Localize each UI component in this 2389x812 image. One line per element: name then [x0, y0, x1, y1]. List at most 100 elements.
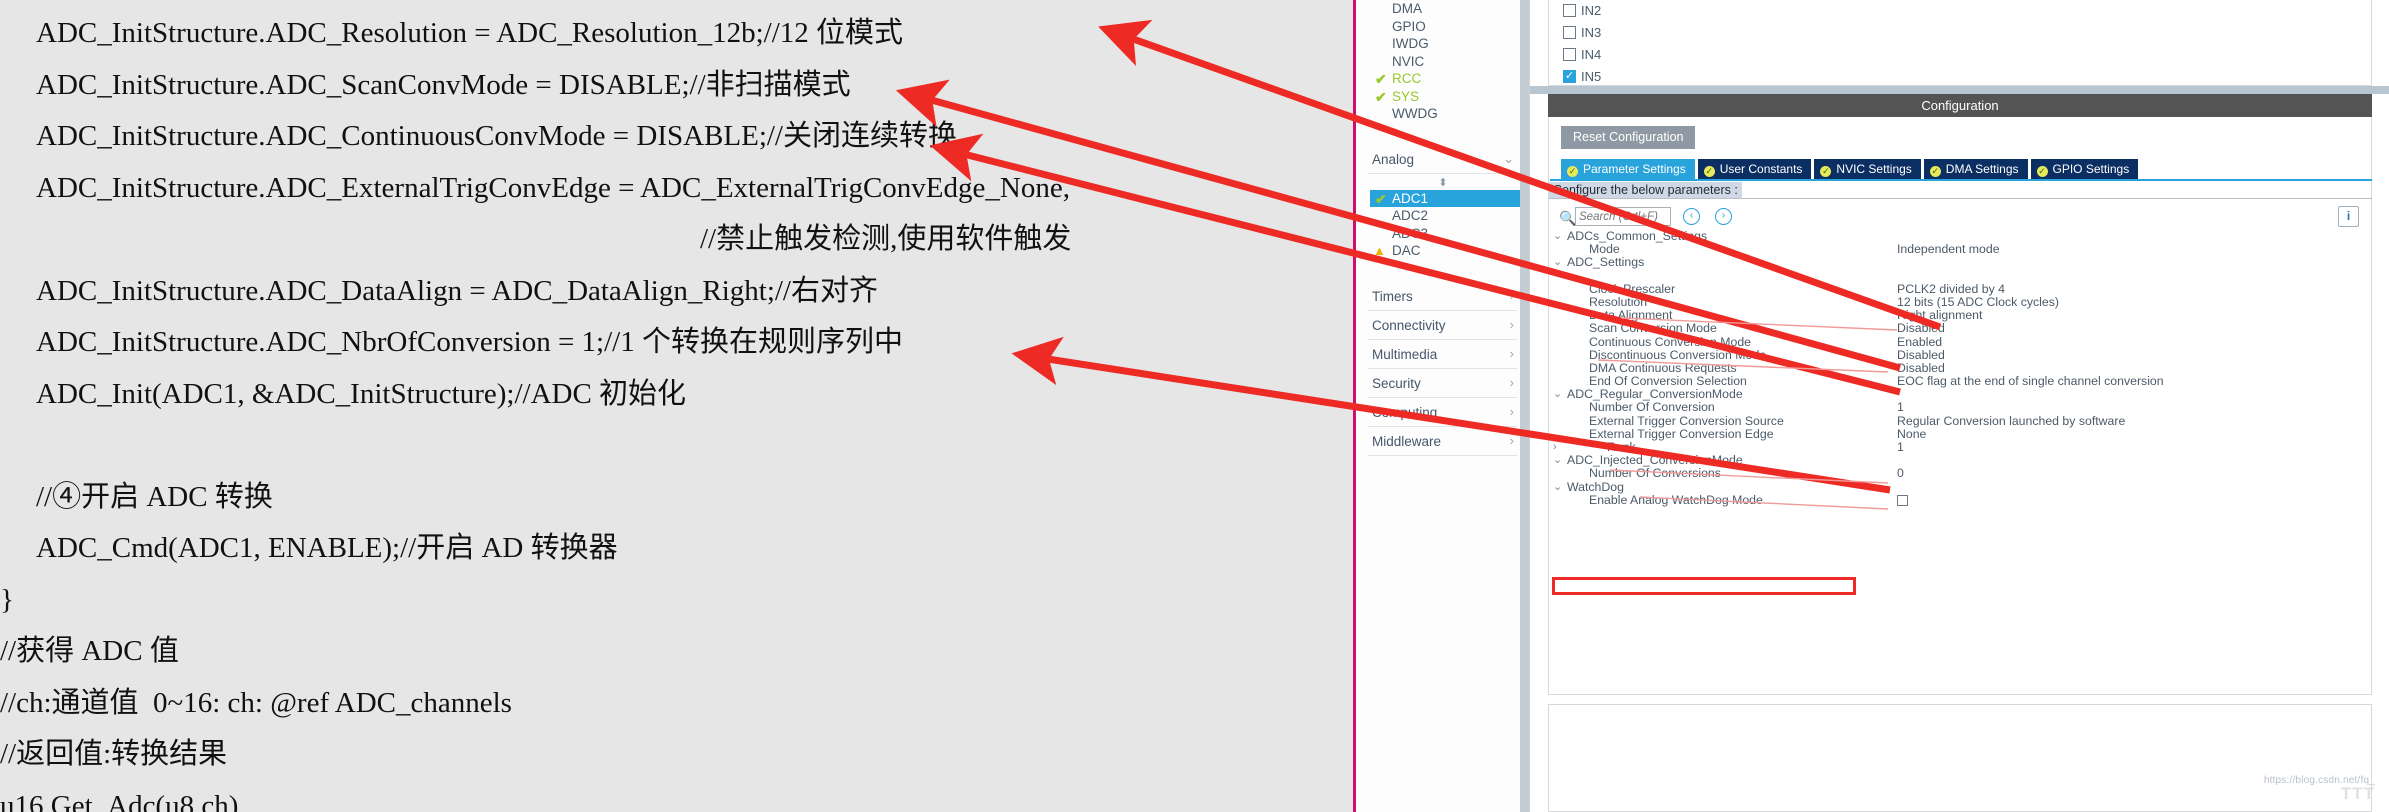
periph-item-iwdg[interactable]: IWDG	[1356, 35, 1529, 53]
parameter-search-row: 🔍 ‹ ›	[1559, 207, 2359, 231]
warning-icon: ▲	[1373, 243, 1386, 258]
chevron-down-icon[interactable]: ⌄	[1553, 230, 1562, 243]
document-code-pane: ADC_InitStructure.ADC_Resolution = ADC_R…	[0, 0, 1355, 812]
periph-label: GPIO	[1392, 18, 1426, 34]
peripheral-scrollbar[interactable]	[1520, 0, 1529, 812]
tab-nvic-settings[interactable]: ✓ NVIC Settings	[1814, 159, 1921, 179]
tab-gpio-settings[interactable]: ✓ GPIO Settings	[2030, 159, 2139, 179]
chevron-right-icon: ›	[1509, 432, 1514, 448]
param-row-enable-analog-watchdog-mode[interactable]: Enable Analog WatchDog Mode	[1549, 492, 2359, 507]
param-label: Continuous Conversion Mode	[1589, 334, 1752, 349]
code-line: }	[0, 583, 14, 616]
param-value: EOC flag at the end of single channel co…	[1897, 374, 2164, 389]
search-input[interactable]	[1575, 207, 1671, 226]
code-line: ADC_InitStructure.ADC_NbrOfConversion = …	[36, 326, 903, 358]
chevron-down-icon[interactable]: ⌄	[1553, 388, 1562, 401]
param-group-adc-settings[interactable]: ⌄ ADC_Settings	[1549, 256, 2359, 269]
param-label: Clock Prescaler	[1589, 281, 1676, 296]
channel-row-in5[interactable]: ✓ IN5	[1549, 66, 2371, 88]
param-row-mode[interactable]: Mode Independent mode	[1549, 242, 2359, 256]
tab-label: User Constants	[1719, 162, 1803, 176]
periph-item-dma[interactable]: DMA	[1356, 0, 1529, 18]
param-row-clock-prescaler[interactable]: Clock Prescaler PCLK2 divided by 4	[1549, 281, 2359, 296]
status-dot-icon: ✓	[1703, 166, 1715, 177]
param-row-scan-conversion-mode[interactable]: Scan Conversion Mode Disabled	[1549, 322, 2359, 335]
info-icon[interactable]: i	[2338, 206, 2359, 227]
param-row-number-of-conversions[interactable]: Number Of Conversions 0	[1549, 467, 2359, 480]
param-row-external-trigger-conversion-edge[interactable]: External Trigger Conversion Edge None	[1549, 427, 2359, 441]
watermark: https://blog.csdn.net/fq_ TTT	[2264, 775, 2375, 804]
check-icon: ✔	[1375, 190, 1387, 207]
tab-dma-settings[interactable]: ✓ DMA Settings	[1923, 159, 2028, 179]
chevron-down-icon[interactable]: ⌄	[1553, 481, 1562, 494]
checkbox-in3[interactable]	[1563, 26, 1576, 39]
checkbox-analog-watchdog[interactable]	[1897, 494, 1908, 506]
periph-group-analog[interactable]: Analog ⌄	[1368, 145, 1517, 174]
periph-item-adc1[interactable]: ✔ ADC1	[1370, 189, 1520, 207]
periph-group-computing[interactable]: Computing ›	[1368, 398, 1517, 427]
periph-label: ADC1	[1392, 190, 1429, 206]
periph-label: DMA	[1392, 1, 1422, 16]
code-line: ADC_Init(ADC1, &ADC_InitStructure);//ADC…	[36, 377, 687, 410]
channel-row-in3[interactable]: IN3	[1549, 22, 2371, 44]
param-value: Disabled	[1897, 347, 1945, 362]
checkbox-in5[interactable]: ✓	[1563, 70, 1576, 83]
scroll-updown-icon[interactable]: ⬍	[1356, 174, 1529, 190]
periph-item-gpio[interactable]: GPIO	[1356, 18, 1529, 36]
channel-row-in2[interactable]: IN2	[1549, 0, 2371, 22]
code-line: //禁止触发检测,使用软件触发	[700, 223, 1072, 255]
periph-item-sys[interactable]: ✔ SYS	[1356, 88, 1529, 106]
param-value: PCLK2 divided by 4	[1897, 281, 2006, 296]
chevron-down-icon[interactable]: ⌄	[1553, 256, 1562, 269]
periph-group-security[interactable]: Security ›	[1368, 369, 1517, 398]
periph-label: ADC3	[1392, 225, 1429, 241]
code-line: u16 Get_Adc(u8 ch)	[0, 789, 239, 812]
chevron-down-icon[interactable]: ⌄	[1553, 454, 1562, 467]
code-line: //返回值:转换结果	[0, 738, 228, 770]
periph-group-multimedia[interactable]: Multimedia ›	[1368, 340, 1517, 369]
param-label: Discontinuous Conversion Mode	[1589, 347, 1767, 362]
code-line: //④开启 ADC 转换	[36, 480, 273, 513]
periph-group-label: Middleware	[1372, 433, 1442, 449]
code-line: ADC_InitStructure.ADC_Resolution = ADC_R…	[36, 17, 904, 49]
periph-group-timers[interactable]: Timers ›	[1368, 282, 1517, 311]
pane-splitter[interactable]	[1530, 86, 2389, 94]
periph-label: ADC2	[1392, 208, 1429, 223]
checkbox-in4[interactable]	[1563, 48, 1576, 61]
periph-item-rcc[interactable]: ✔ RCC	[1356, 70, 1529, 88]
periph-group-middleware[interactable]: Middleware ›	[1368, 427, 1517, 456]
configure-note-bar: Configure the below parameters :	[1549, 181, 2372, 199]
param-row-discontinuous-conversion-mode[interactable]: Discontinuous Conversion Mode Disabled	[1549, 347, 2359, 362]
tab-parameter-settings[interactable]: ✓ Parameter Settings	[1561, 159, 1695, 179]
periph-item-wwdg[interactable]: WWDG	[1356, 105, 1529, 123]
periph-item-nvic[interactable]: NVIC	[1356, 53, 1529, 71]
screenshot-root: ADC_InitStructure.ADC_Resolution = ADC_R…	[0, 0, 2389, 812]
periph-label: SYS	[1392, 88, 1420, 104]
param-label: External Trigger Conversion Source	[1589, 413, 1784, 428]
param-group-watchdog[interactable]: ⌄ WatchDog	[1549, 480, 2359, 494]
channel-label: IN2	[1581, 3, 1602, 18]
search-prev-button[interactable]: ‹	[1683, 208, 1700, 225]
channel-label: IN3	[1581, 25, 1602, 40]
search-next-button[interactable]: ›	[1715, 208, 1732, 225]
param-row-continuous-conversion-mode[interactable]: Continuous Conversion Mode Enabled	[1549, 334, 2359, 349]
search-icon: 🔍	[1559, 210, 1577, 226]
periph-item-dac[interactable]: ▲ DAC	[1356, 242, 1529, 260]
param-label: ADC_Settings	[1567, 255, 1645, 270]
configuration-pane: IN2 IN3 IN4 ✓ IN5 Configuration Reset Co…	[1530, 0, 2389, 812]
param-label: Enable Analog WatchDog Mode	[1589, 492, 1763, 507]
tab-user-constants[interactable]: ✓ User Constants	[1697, 159, 1812, 179]
periph-label: DAC	[1392, 243, 1421, 258]
tab-label: Parameter Settings	[1583, 162, 1686, 176]
chevron-right-icon[interactable]: ›	[1553, 441, 1557, 454]
periph-label: IWDG	[1392, 36, 1429, 51]
checkbox-in2[interactable]	[1563, 4, 1576, 17]
periph-item-adc2[interactable]: ADC2	[1356, 207, 1529, 225]
param-row-external-trigger-conversion-source[interactable]: External Trigger Conversion Source Regul…	[1549, 413, 2359, 428]
reset-configuration-button[interactable]: Reset Configuration	[1561, 126, 1696, 149]
param-row-number-of-conversion[interactable]: Number Of Conversion 1	[1549, 401, 2359, 414]
periph-group-connectivity[interactable]: Connectivity ›	[1368, 311, 1517, 340]
channel-row-in4[interactable]: IN4	[1549, 44, 2371, 66]
periph-item-adc3[interactable]: ADC3	[1356, 225, 1529, 243]
